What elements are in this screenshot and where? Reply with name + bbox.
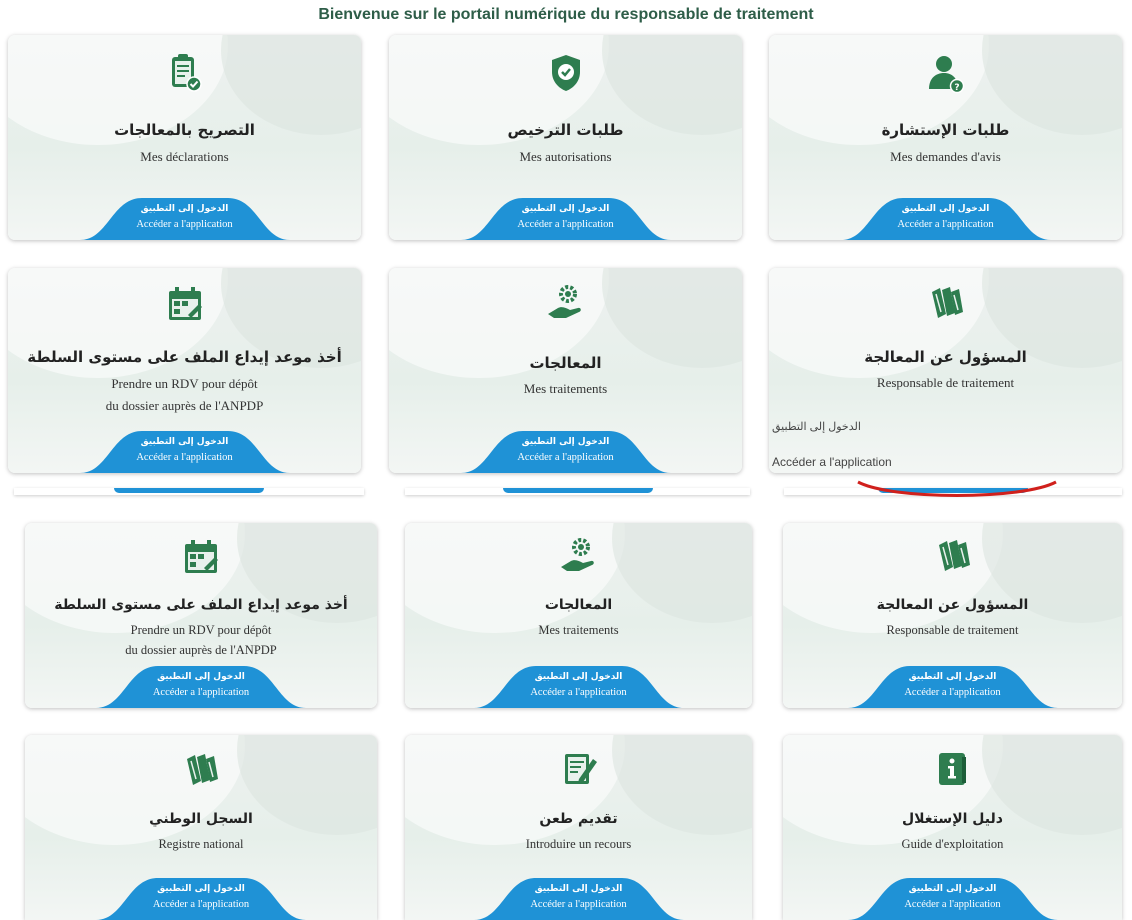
card-declarations: التصريح بالمعالجات Mes déclarations الدخ… xyxy=(8,35,361,240)
card-title-ar: المسؤول عن المعالجة xyxy=(876,597,1029,613)
card-title-fr-line2: du dossier auprès de l'ANPDP xyxy=(125,643,277,657)
button-label-fr: Accéder a l'application xyxy=(904,899,1001,910)
button-label-ar: الدخول إلى التطبيق xyxy=(521,437,610,447)
button-label-fr: Accéder a l'application xyxy=(517,452,614,463)
card-title-fr-line2: du dossier auprès de l'ANPDP xyxy=(105,398,264,413)
card-title-fr: Registre national xyxy=(158,837,244,851)
access-app-button[interactable]: الدخول إلى التطبيق Accéder a l'applicati… xyxy=(96,878,306,920)
access-app-link-fr[interactable]: Accéder a l'application xyxy=(772,455,892,469)
card-title-ar: المسؤول عن المعالجة xyxy=(864,348,1027,366)
card-national-register: السجل الوطني Registre national الدخول إل… xyxy=(25,735,377,920)
button-label-ar: الدخول إلى التطبيق xyxy=(534,884,623,894)
info-book-icon xyxy=(931,747,975,791)
edit-document-icon xyxy=(557,747,601,791)
page-title: Bienvenue sur le portail numérique du re… xyxy=(318,6,814,23)
button-label-ar: الدخول إلى التطبيق xyxy=(901,204,990,214)
card-controller: المسؤول عن المعالجة Responsable de trait… xyxy=(783,523,1122,708)
highlight-ellipse xyxy=(857,480,1057,497)
card-title-fr: Mes autorisations xyxy=(519,149,612,164)
button-label-fr: Accéder a l'application xyxy=(152,687,250,698)
card-appointment: أخذ موعد إيداع الملف على مستوى السلطة Pr… xyxy=(8,268,361,473)
access-app-button[interactable]: الدخول إلى التطبيق Accéder a l'applicati… xyxy=(79,431,290,473)
card-title-fr: Prendre un RDV pour dépôt xyxy=(111,376,258,391)
calendar-icon xyxy=(163,282,207,326)
card-user-guide: دليل الإستغلال Guide d'exploitation الدخ… xyxy=(783,735,1122,920)
button-label-ar: الدخول إلى التطبيق xyxy=(157,884,245,894)
button-label-ar: الدخول إلى التطبيق xyxy=(140,204,229,214)
button-label-fr: Accéder a l'application xyxy=(530,687,627,698)
button-label-ar: الدخول إلى التطبيق xyxy=(534,672,623,682)
card-title-ar: السجل الوطني xyxy=(149,811,253,827)
card-appointment: أخذ موعد إيداع الملف على مستوى السلطة Pr… xyxy=(25,523,377,708)
card-title-ar: دليل الإستغلال xyxy=(902,811,1003,827)
card-processing: المعالجات Mes traitements الدخول إلى الت… xyxy=(405,523,752,708)
card-authorizations: طلبات الترخيص Mes autorisations الدخول إ… xyxy=(389,35,742,240)
card-title-fr: Guide d'exploitation xyxy=(901,837,1004,851)
gear-hand-icon xyxy=(557,533,601,577)
card-title-fr: Introduire un recours xyxy=(525,837,632,851)
card-title-ar: المعالجات xyxy=(529,354,602,372)
books-icon xyxy=(179,747,223,791)
card-opinion-requests: ? طلبات الإستشارة Mes demandes d'avis ال… xyxy=(769,35,1122,240)
card-processing: المعالجات Mes traitements الدخول إلى الت… xyxy=(389,268,742,473)
button-label-ar: الدخول إلى التطبيق xyxy=(521,204,610,214)
access-app-button[interactable]: الدخول إلى التطبيق Accéder a l'applicati… xyxy=(473,878,684,920)
access-app-button[interactable]: الدخول إلى التطبيق Accéder a l'applicati… xyxy=(96,666,306,708)
access-app-button[interactable]: الدخول إلى التطبيق Accéder a l'applicati… xyxy=(79,198,290,240)
access-app-button[interactable]: الدخول إلى التطبيق Accéder a l'applicati… xyxy=(473,666,684,708)
button-label-fr: Accéder a l'application xyxy=(897,219,994,230)
card-title-ar: أخذ موعد إيداع الملف على مستوى السلطة xyxy=(54,597,348,613)
button-label-fr: Accéder a l'application xyxy=(517,219,614,230)
card-title-fr: Responsable de traitement xyxy=(876,375,1015,390)
svg-text:?: ? xyxy=(954,83,959,93)
button-label-fr: Accéder a l'application xyxy=(136,452,233,463)
access-app-link-ar[interactable]: الدخول إلى التطبيق xyxy=(772,420,861,433)
access-app-button[interactable]: الدخول إلى التطبيق Accéder a l'applicati… xyxy=(840,198,1051,240)
card-appeal: تقديم طعن Introduire un recours الدخول إ… xyxy=(405,735,752,920)
button-label-fr: Accéder a l'application xyxy=(904,687,1001,698)
access-app-button[interactable]: الدخول إلى التطبيق Accéder a l'applicati… xyxy=(847,666,1058,708)
gear-hand-icon xyxy=(544,280,588,324)
clipboard-check-icon xyxy=(163,51,207,95)
card-title-ar: تقديم طعن xyxy=(539,811,618,827)
card-title-fr: Mes demandes d'avis xyxy=(890,149,1001,164)
access-app-button[interactable]: الدخول إلى التطبيق Accéder a l'applicati… xyxy=(847,878,1058,920)
card-title-ar: طلبات الإستشارة xyxy=(881,121,1010,139)
button-label-fr: Accéder a l'application xyxy=(136,219,233,230)
button-label-ar: الدخول إلى التطبيق xyxy=(140,437,229,447)
card-controller: المسؤول عن المعالجة Responsable de trait… xyxy=(769,268,1122,473)
card-title-fr: Mes déclarations xyxy=(140,149,229,164)
card-title-ar: طلبات الترخيص xyxy=(507,121,624,139)
calendar-icon xyxy=(179,535,223,579)
card-title-fr: Responsable de traitement xyxy=(886,623,1019,637)
books-icon xyxy=(924,280,968,324)
button-label-ar: الدخول إلى التطبيق xyxy=(908,884,997,894)
card-title-ar: المعالجات xyxy=(544,597,613,613)
access-app-button[interactable]: الدخول إلى التطبيق Accéder a l'applicati… xyxy=(460,431,671,473)
card-title-ar: أخذ موعد إيداع الملف على مستوى السلطة xyxy=(27,348,342,366)
button-label-ar: الدخول إلى التطبيق xyxy=(157,672,245,682)
card-title-fr: Mes traitements xyxy=(538,623,619,637)
shield-check-icon xyxy=(544,51,588,95)
access-app-button[interactable]: الدخول إلى التطبيق Accéder a l'applicati… xyxy=(460,198,671,240)
user-question-icon: ? xyxy=(924,51,968,95)
card-title-fr: Prendre un RDV pour dépôt xyxy=(130,623,272,637)
card-title-fr: Mes traitements xyxy=(523,381,608,396)
card-title-ar: التصريح بالمعالجات xyxy=(114,121,255,139)
cropped-card-edge xyxy=(405,488,750,495)
books-icon xyxy=(931,533,975,577)
button-label-fr: Accéder a l'application xyxy=(152,899,250,910)
button-label-fr: Accéder a l'application xyxy=(530,899,627,910)
button-label-ar: الدخول إلى التطبيق xyxy=(908,672,997,682)
cropped-card-edge xyxy=(14,488,364,495)
